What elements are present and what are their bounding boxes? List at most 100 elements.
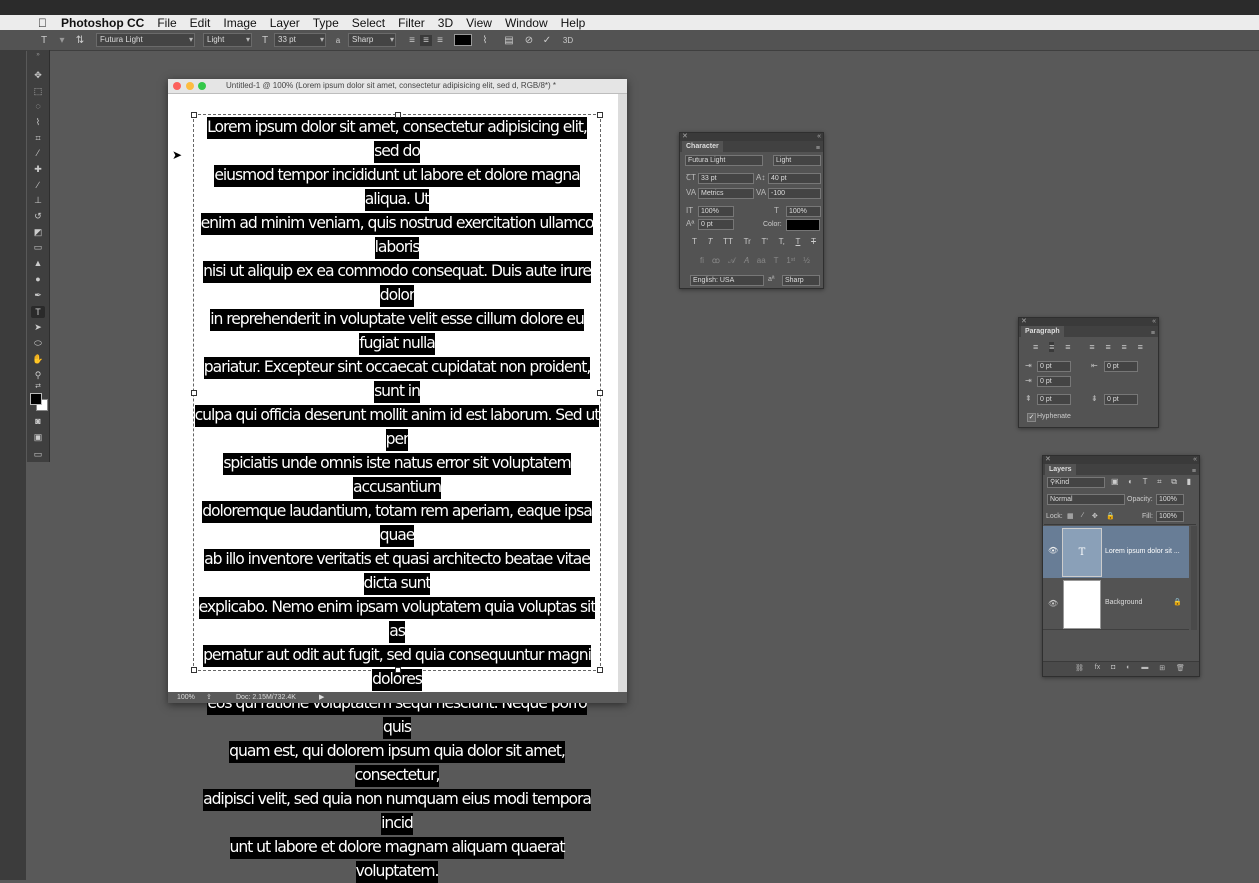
align-right-icon[interactable]: ≡ [434, 35, 446, 46]
hyphenate-checkbox[interactable]: ✓ [1027, 413, 1036, 422]
text-line[interactable]: doloremque laudantium, totam rem aperiam… [202, 501, 593, 547]
char-vertical-scale-field[interactable]: 100% [698, 206, 734, 217]
handle-top-center[interactable] [395, 112, 401, 118]
toolbox-collapse-icon[interactable]: » [31, 52, 45, 58]
blend-mode-dropdown[interactable]: Normal [1047, 494, 1125, 505]
discretionary-ligatures-icon[interactable]: ꝏ [712, 256, 720, 266]
dodge-tool-icon[interactable]: ● [31, 273, 45, 285]
zoom-tool-icon[interactable]: ⚲ [31, 369, 45, 381]
char-leading-field[interactable]: 40 pt [768, 173, 821, 184]
filter-shape-icon[interactable]: ⌗ [1157, 477, 1162, 487]
text-line[interactable]: unt ut labore et dolore magnam aliquam q… [229, 837, 566, 883]
menu-view[interactable]: View [466, 16, 492, 30]
layer-filter-dropdown[interactable]: ⚲Kind [1047, 477, 1105, 488]
panel-close-icon[interactable]: ✕ [1045, 456, 1051, 463]
close-window-button[interactable] [173, 82, 181, 90]
text-line[interactable]: eiusmod tempor incididunt ut labore et d… [214, 165, 581, 211]
path-selection-tool-icon[interactable]: ➤ [31, 321, 45, 333]
panel-menu-icon[interactable]: ≡ [1151, 330, 1155, 337]
zoom-window-button[interactable] [198, 82, 206, 90]
font-family-dropdown[interactable]: Futura Light [96, 33, 195, 47]
char-baseline-shift-field[interactable]: 0 pt [698, 219, 734, 230]
indent-left-field[interactable]: 0 pt [1037, 361, 1071, 372]
justify-last-center-icon[interactable]: ≡ [1105, 342, 1110, 352]
text-line[interactable]: in reprehenderit in voluptate velit esse… [210, 309, 585, 355]
text-line[interactable]: culpa qui officia deserunt mollit anim i… [194, 405, 600, 451]
panel-close-icon[interactable]: ✕ [1021, 318, 1027, 325]
tab-paragraph[interactable]: Paragraph [1021, 326, 1064, 337]
text-line[interactable]: enim ad minim veniam, quis nostrud exerc… [200, 213, 594, 259]
commit-edits-icon[interactable]: ✓ [540, 35, 554, 46]
panel-collapse-icon[interactable]: « [817, 133, 821, 141]
apple-icon[interactable]:  [38, 16, 47, 30]
text-line[interactable]: quam est, qui dolorem ipsum quia dolor s… [229, 741, 566, 787]
crop-tool-icon[interactable]: ⌗ [31, 132, 45, 144]
share-icon[interactable]: ⇪ [206, 692, 212, 703]
lock-image-icon[interactable]: ∕ [1082, 512, 1083, 520]
text-line[interactable]: Lorem ipsum dolor sit amet, consectetur … [207, 117, 588, 163]
artboard-icon[interactable]: ▭ [31, 448, 45, 460]
panel-menu-icon[interactable]: ≡ [816, 145, 820, 152]
menu-type[interactable]: Type [313, 16, 339, 30]
layers-scrollbar[interactable] [1191, 526, 1197, 630]
menu-3d[interactable]: 3D [438, 16, 453, 30]
quick-mask-icon[interactable]: ◙ [31, 415, 45, 427]
adjustment-layer-icon[interactable]: ◐ [1126, 664, 1130, 672]
menu-help[interactable]: Help [561, 16, 586, 30]
eyedropper-tool-icon[interactable]: ⁄ [31, 147, 45, 159]
hand-tool-icon[interactable]: ✋ [31, 353, 45, 365]
underline-button[interactable]: T [796, 237, 801, 246]
filter-pixel-icon[interactable]: ▣ [1111, 477, 1119, 487]
justify-last-left-icon[interactable]: ≡ [1089, 342, 1094, 352]
marquee-tool-icon[interactable]: ⬚ [31, 85, 45, 97]
document-title-bar[interactable]: Untitled-1 @ 100% (Lorem ipsum dolor sit… [168, 79, 627, 94]
panel-header[interactable]: ✕ « [680, 133, 823, 141]
layer-name-text[interactable]: Lorem ipsum dolor sit ... [1105, 548, 1180, 555]
text-line[interactable]: ab illo inventore veritatis et quasi arc… [204, 549, 591, 595]
tab-layers[interactable]: Layers [1045, 464, 1076, 475]
antialias-dropdown[interactable]: Sharp [348, 33, 396, 47]
visibility-eye-icon[interactable]: 👁 [1048, 546, 1058, 555]
lock-transparent-icon[interactable]: ▦ [1067, 512, 1074, 520]
link-layers-icon[interactable]: ⛓ [1075, 664, 1084, 672]
lorem-text-layer[interactable]: Lorem ipsum dolor sit amet, consectetur … [194, 115, 600, 883]
space-before-field[interactable]: 0 pt [1037, 394, 1071, 405]
healing-brush-tool-icon[interactable]: ✚ [31, 163, 45, 175]
superscript-button[interactable]: T' [762, 237, 768, 246]
char-antialias-dropdown[interactable]: Sharp [782, 275, 820, 286]
menu-edit[interactable]: Edit [190, 16, 211, 30]
new-layer-icon[interactable]: ⊞ [1159, 664, 1165, 672]
menu-app-name[interactable]: Photoshop CC [61, 16, 144, 30]
panel-menu-icon[interactable]: ≡ [1192, 468, 1196, 475]
layer-row-text[interactable]: 👁 T Lorem ipsum dolor sit ... [1043, 526, 1189, 578]
text-line[interactable]: spiciatis unde omnis iste natus error si… [223, 453, 572, 499]
strikethrough-button[interactable]: T [811, 237, 816, 246]
filter-toggle-icon[interactable]: ▮ [1187, 477, 1191, 487]
para-align-left-icon[interactable]: ≡ [1033, 342, 1038, 352]
handle-top-left[interactable] [191, 112, 197, 118]
layer-row-background[interactable]: 👁 Background 🔒 [1043, 579, 1189, 630]
panel-collapse-icon[interactable]: « [1152, 318, 1156, 326]
blur-tool-icon[interactable]: ▲ [31, 257, 45, 269]
handle-bottom-right[interactable] [597, 667, 603, 673]
titling-alternates-icon[interactable]: aa [757, 256, 766, 266]
text-bounding-box[interactable]: Lorem ipsum dolor sit amet, consectetur … [191, 112, 603, 883]
panel-header[interactable]: ✕ « [1043, 456, 1199, 464]
preset-dropdown-arrow-icon[interactable]: ▾ [56, 35, 68, 46]
char-font-size-field[interactable]: 33 pt [698, 173, 754, 184]
menu-layer[interactable]: Layer [270, 16, 300, 30]
foreground-color-swatch[interactable] [30, 393, 42, 405]
char-color-swatch[interactable] [786, 219, 820, 231]
panel-close-icon[interactable]: ✕ [682, 133, 688, 140]
text-color-swatch[interactable] [454, 34, 472, 46]
indent-first-line-field[interactable]: 0 pt [1037, 376, 1071, 387]
screen-mode-icon[interactable]: ▣ [31, 431, 45, 443]
indent-right-field[interactable]: 0 pt [1104, 361, 1138, 372]
toggle-panels-icon[interactable]: ▤ [502, 35, 516, 46]
align-left-icon[interactable]: ≡ [406, 35, 418, 46]
status-menu-arrow-icon[interactable]: ▶ [319, 692, 324, 703]
char-tracking-field[interactable]: -100 [768, 188, 821, 199]
quick-select-tool-icon[interactable]: ⌇ [31, 116, 45, 128]
all-caps-button[interactable]: TT [723, 237, 733, 246]
font-size-dropdown[interactable]: 33 pt [274, 33, 326, 47]
